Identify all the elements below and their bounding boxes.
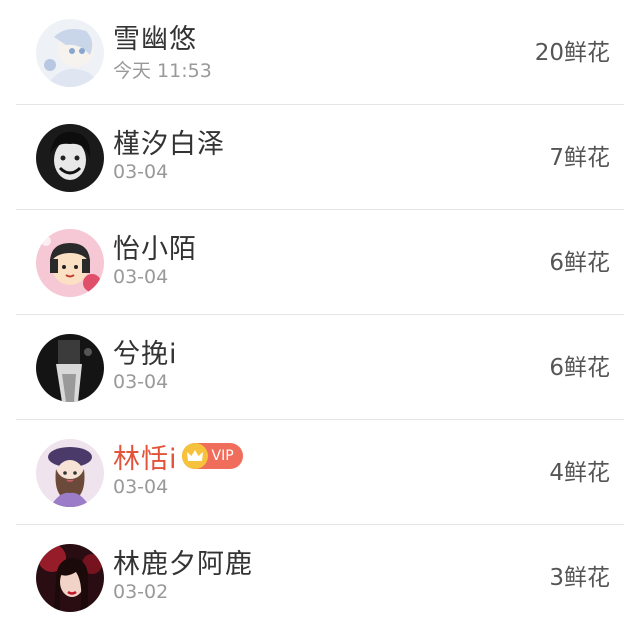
flower-count: 6鲜花 <box>549 355 610 381</box>
timestamp: 03-04 <box>113 476 169 498</box>
flower-count: 6鲜花 <box>549 250 610 276</box>
user-name[interactable]: 怡小陌 <box>113 227 197 266</box>
timestamp: 03-04 <box>113 266 169 288</box>
timestamp: 03-04 <box>113 371 169 393</box>
flower-count: 3鲜花 <box>549 565 610 591</box>
user-name[interactable]: 雪幽悠 <box>113 17 197 56</box>
user-name[interactable]: 槿汐白泽 <box>113 122 225 161</box>
vip-badge: VIP <box>181 443 243 469</box>
timestamp: 03-02 <box>113 581 169 603</box>
list-item[interactable]: 雪幽悠 今天 11:53 20鲜花 <box>16 0 624 105</box>
flower-count: 20鲜花 <box>534 40 610 66</box>
avatar-girl-purple-hat-icon[interactable] <box>36 439 104 507</box>
list-item[interactable]: 槿汐白泽 03-04 7鲜花 <box>16 105 624 210</box>
user-name[interactable]: 兮挽i <box>113 332 178 371</box>
crown-icon <box>181 443 208 469</box>
flower-ranking-list: 雪幽悠 今天 11:53 20鲜花 槿汐白泽 03-04 7鲜花 怡小陌 03-… <box>0 0 640 630</box>
user-name[interactable]: 林恬i <box>113 437 178 476</box>
timestamp: 03-04 <box>113 161 169 183</box>
list-item[interactable]: 林鹿夕阿鹿 03-02 3鲜花 <box>16 525 624 630</box>
avatar-dark-smiling-face-icon[interactable] <box>36 124 104 192</box>
list-item[interactable]: 怡小陌 03-04 6鲜花 <box>16 210 624 315</box>
avatar-red-dark-girl-icon[interactable] <box>36 544 104 612</box>
flower-count: 4鲜花 <box>549 460 610 486</box>
vip-label: VIP <box>211 448 234 464</box>
flower-count: 7鲜花 <box>549 145 610 171</box>
avatar-cartoon-girl-icon[interactable] <box>36 229 104 297</box>
timestamp: 今天 11:53 <box>113 60 212 82</box>
avatar-dark-photo-icon[interactable] <box>36 334 104 402</box>
list-item[interactable]: 林恬i VIP 03-04 4鲜花 <box>16 420 624 525</box>
avatar-light-blue-girl-icon[interactable] <box>36 19 104 87</box>
user-name[interactable]: 林鹿夕阿鹿 <box>113 542 253 581</box>
list-item[interactable]: 兮挽i 03-04 6鲜花 <box>16 315 624 420</box>
